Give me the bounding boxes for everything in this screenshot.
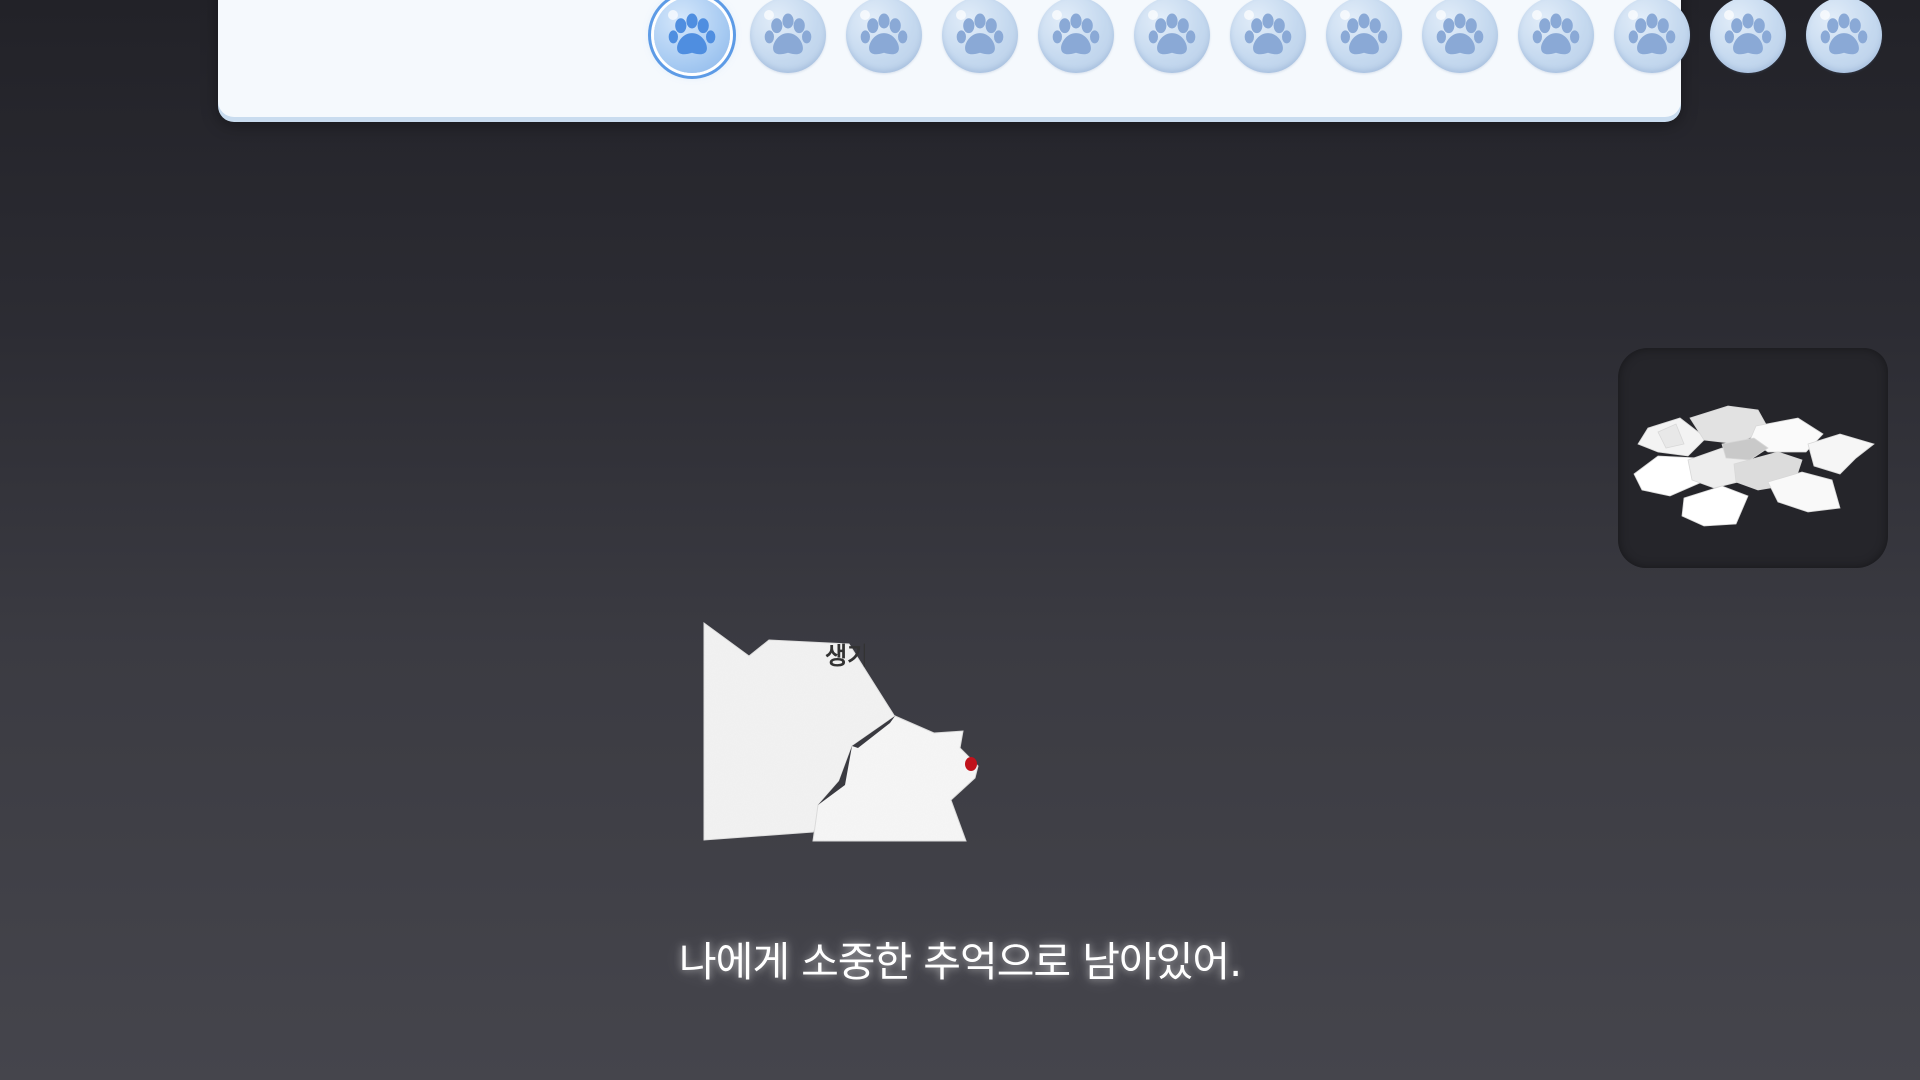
- stage-button-1[interactable]: [654, 0, 730, 73]
- paw-icon: [1720, 7, 1776, 63]
- paw-icon: [1336, 7, 1392, 63]
- stage-button-7[interactable]: [1230, 0, 1306, 73]
- stage-button-13[interactable]: [1806, 0, 1882, 73]
- red-mark: [965, 757, 977, 771]
- paw-icon: [664, 7, 720, 63]
- stage-button-3[interactable]: [846, 0, 922, 73]
- puzzle-partial-text: 생기: [825, 642, 865, 670]
- stage-button-12[interactable]: [1710, 0, 1786, 73]
- stage-button-4[interactable]: [942, 0, 1018, 73]
- paper-pieces-icon: [1633, 405, 1875, 527]
- paw-icon: [760, 7, 816, 63]
- stage-button-8[interactable]: [1326, 0, 1402, 73]
- stage-list: [654, 0, 1882, 73]
- paw-icon: [1816, 7, 1872, 63]
- paw-icon: [1432, 7, 1488, 63]
- paw-icon: [1624, 7, 1680, 63]
- memory-puzzle[interactable]: 생기: [700, 620, 990, 850]
- collected-pieces-tray[interactable]: [1618, 348, 1888, 568]
- paw-icon: [952, 7, 1008, 63]
- stage-button-10[interactable]: [1518, 0, 1594, 73]
- stage-button-11[interactable]: [1614, 0, 1690, 73]
- paw-icon: [856, 7, 912, 63]
- paw-icon: [1048, 7, 1104, 63]
- paw-icon: [1144, 7, 1200, 63]
- stage-button-9[interactable]: [1422, 0, 1498, 73]
- stage-button-2[interactable]: [750, 0, 826, 73]
- paw-icon: [1528, 7, 1584, 63]
- stage-selector-bar: [218, 0, 1882, 117]
- story-subtitle: 나에게 소중한 추억으로 남아있어.: [678, 938, 1242, 986]
- paw-icon: [1240, 7, 1296, 63]
- stage-button-5[interactable]: [1038, 0, 1114, 73]
- stage-button-6[interactable]: [1134, 0, 1210, 73]
